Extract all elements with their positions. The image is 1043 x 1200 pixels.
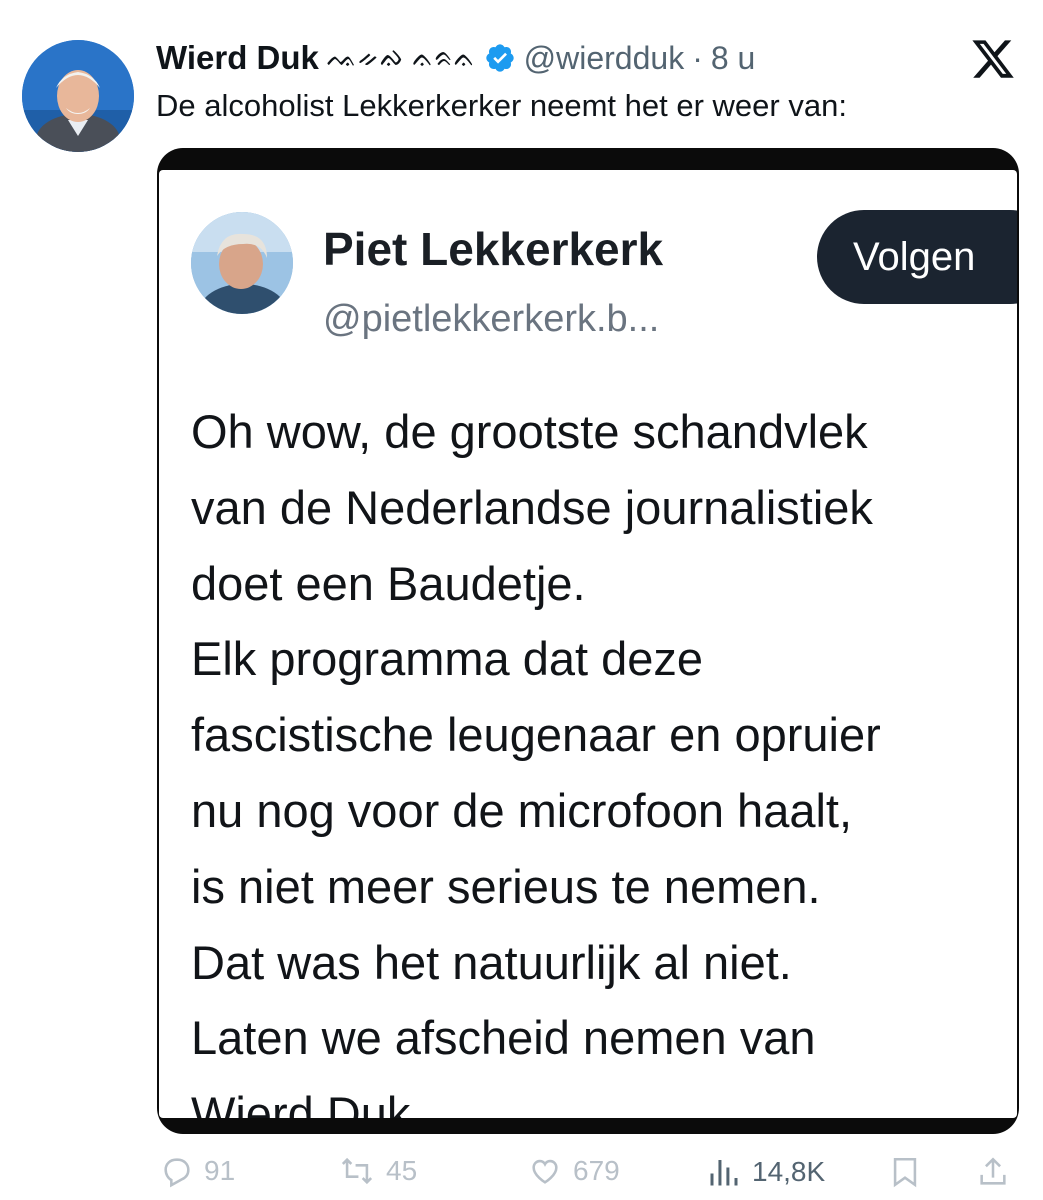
tweet-media[interactable]: Piet Lekkerkerk @pietlekkerkerk.b... Vol… bbox=[157, 148, 1019, 1134]
verified-badge-icon bbox=[484, 42, 516, 74]
views-button[interactable]: 14,8K bbox=[706, 1154, 825, 1190]
view-count: 14,8K bbox=[752, 1156, 826, 1187]
author-avatar[interactable] bbox=[22, 40, 134, 152]
embedded-text-line: Elk programma dat deze bbox=[191, 632, 704, 686]
bookmark-icon bbox=[893, 1157, 917, 1188]
embedded-text-line: is niet meer serieus te nemen. bbox=[191, 859, 821, 913]
embedded-text-line: Oh wow, de grootste schandvlek bbox=[191, 405, 868, 458]
author-name-emoji: ᨕᨀᨁ ᨊᨑᨊ bbox=[326, 42, 476, 73]
embedded-text-line: Laten we afscheid nemen van bbox=[191, 1011, 816, 1065]
tweet-header: Wierd Duk ᨕᨀᨁ ᨊᨑᨊ @wierdduk · 8 u bbox=[156, 36, 755, 80]
like-count: 679 bbox=[573, 1155, 620, 1186]
share-icon bbox=[980, 1157, 1006, 1185]
embedded-author-avatar bbox=[191, 212, 293, 314]
follow-button-label: Volgen bbox=[853, 234, 976, 279]
repost-button[interactable]: 45 bbox=[338, 1154, 417, 1188]
embedded-text-line: Dat was het natuurlijk al niet. bbox=[191, 935, 792, 989]
heart-icon bbox=[532, 1159, 558, 1184]
embedded-text-line: van de Nederlandse journalistiek bbox=[191, 480, 873, 534]
embedded-author-name: Piet Lekkerkerk bbox=[323, 223, 664, 275]
bookmark-button[interactable] bbox=[888, 1154, 922, 1190]
follow-button: Volgen bbox=[817, 210, 1017, 304]
author-handle[interactable]: @wierdduk bbox=[524, 40, 685, 77]
embedded-text-line: nu nog voor de microfoon haalt, bbox=[191, 783, 853, 837]
separator-dot: · bbox=[692, 39, 703, 76]
tweet-text: De alcoholist Lekkerkerker neemt het er … bbox=[156, 88, 847, 123]
repost-icon bbox=[341, 1157, 373, 1185]
x-logo-icon[interactable] bbox=[970, 36, 1016, 82]
embedded-text-line: fascistische leugenaar en opruier bbox=[191, 708, 881, 762]
reply-button[interactable]: 91 bbox=[160, 1154, 235, 1188]
embedded-text-line: doet een Baudetje. bbox=[191, 556, 586, 610]
views-icon bbox=[710, 1160, 738, 1186]
share-button[interactable] bbox=[976, 1154, 1010, 1190]
embedded-post-text: Oh wow, de grootste schandvlek van de Ne… bbox=[191, 394, 1017, 1118]
embedded-text-line: Wierd Duk. bbox=[191, 1087, 424, 1118]
reply-icon bbox=[164, 1158, 190, 1188]
tweet-timestamp[interactable]: 8 u bbox=[711, 40, 755, 77]
embedded-post-screenshot: Piet Lekkerkerk @pietlekkerkerk.b... Vol… bbox=[159, 170, 1017, 1118]
author-name[interactable]: Wierd Duk bbox=[156, 39, 319, 77]
embedded-author-handle: @pietlekkerkerk.b... bbox=[323, 298, 660, 340]
reply-count: 91 bbox=[204, 1155, 236, 1186]
like-button[interactable]: 679 bbox=[527, 1154, 620, 1188]
repost-count: 45 bbox=[386, 1155, 418, 1186]
tweet-action-bar: 91 45 679 14,8K bbox=[0, 1150, 1043, 1200]
